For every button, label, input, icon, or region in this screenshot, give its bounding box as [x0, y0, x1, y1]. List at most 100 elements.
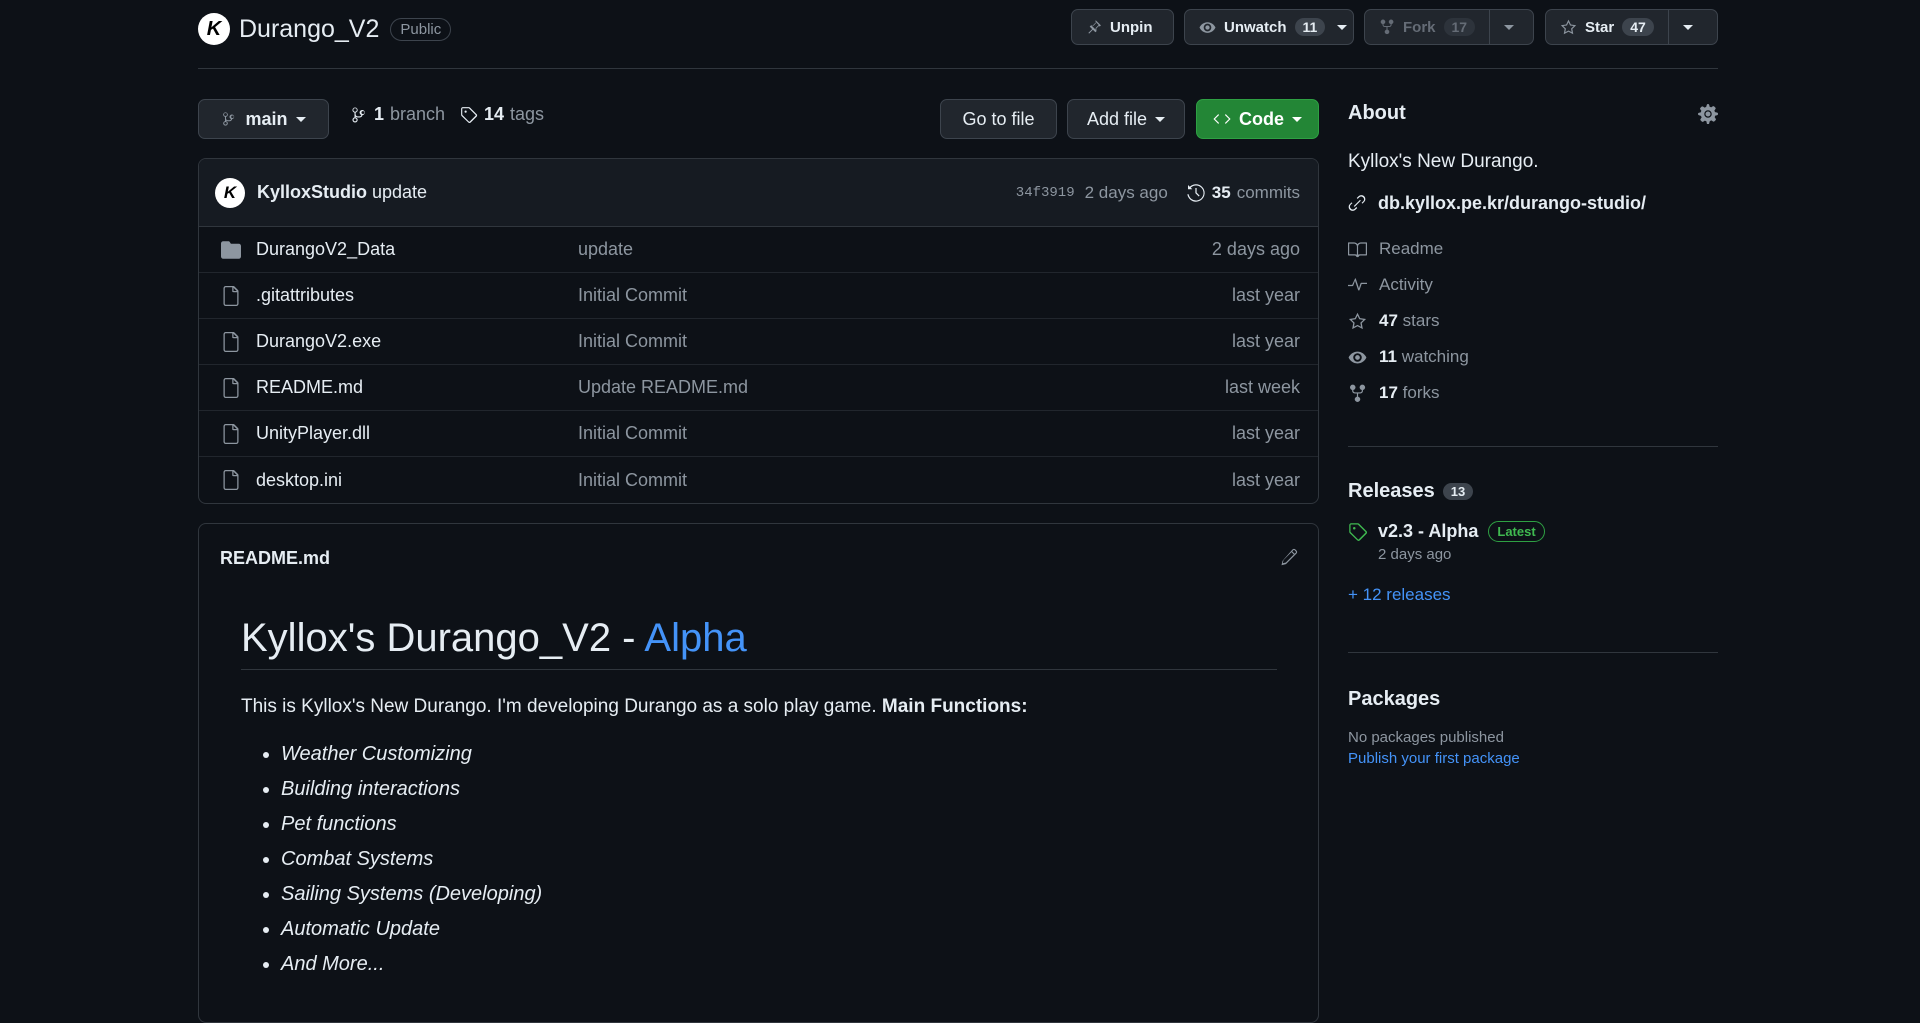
releases-count: 13: [1442, 483, 1474, 500]
watch-counter: 11: [1294, 18, 1326, 36]
file-row[interactable]: DurangoV2.exe Initial Commit last year: [199, 319, 1318, 365]
latest-release-date: 2 days ago: [1378, 546, 1452, 563]
tag-count-label: tags: [510, 104, 545, 124]
latest-release-name[interactable]: v2.3 - Alpha: [1378, 521, 1478, 542]
file-commit-message[interactable]: Initial Commit: [578, 331, 687, 352]
repo-name-link[interactable]: Durango_V2: [239, 15, 379, 44]
commit-author-avatar[interactable]: K: [215, 177, 245, 208]
file-row[interactable]: UnityPlayer.dll Initial Commit last year: [199, 411, 1318, 457]
go-to-file-label: Go to file: [962, 108, 1035, 129]
code-icon: [1213, 114, 1231, 124]
file-name-link[interactable]: DurangoV2_Data: [256, 239, 578, 260]
more-releases-link[interactable]: + 12 releases: [1348, 585, 1718, 605]
latest-commit-bar: K KylloxStudio update 34f3919 2 days ago…: [199, 159, 1318, 227]
sidebar-divider: [1348, 652, 1718, 653]
readme-link-label: Readme: [1379, 239, 1444, 258]
star-dropdown[interactable]: [1669, 10, 1707, 44]
repo-description: Kyllox's New Durango.: [1348, 151, 1539, 172]
pencil-icon: [1281, 548, 1298, 566]
add-file-label: Add file: [1086, 108, 1148, 129]
branch-selector[interactable]: main: [198, 99, 329, 139]
file-icon: [223, 470, 239, 490]
commit-message[interactable]: update: [372, 182, 427, 203]
watch-dropdown[interactable]: [1335, 10, 1357, 44]
stars-link[interactable]: 47 stars: [1348, 303, 1718, 339]
releases-title[interactable]: Releases: [1348, 480, 1435, 503]
watching-label: watching: [1401, 347, 1469, 366]
forks-count: 17: [1379, 383, 1398, 402]
packages-section: Packages No packages published Publish y…: [1348, 688, 1718, 767]
commit-history-link[interactable]: 35 commits: [1186, 183, 1300, 203]
unpin-button[interactable]: Unpin: [1071, 9, 1174, 45]
file-icon: [223, 285, 239, 306]
file-row[interactable]: DurangoV2_Data update 2 days ago: [199, 227, 1318, 273]
stars-count: 47: [1379, 311, 1398, 330]
gear-icon[interactable]: [1698, 103, 1718, 124]
readme-filename[interactable]: README.md: [220, 548, 330, 569]
feature-list: Weather CustomizingBuilding interactions…: [281, 737, 542, 982]
file-commit-message[interactable]: Update README.md: [578, 377, 748, 398]
file-commit-date: 2 days ago: [1211, 239, 1300, 259]
code-button[interactable]: Code: [1196, 99, 1319, 139]
publish-package-link[interactable]: Publish your first package: [1348, 750, 1718, 767]
branch-count-label: branch: [390, 104, 446, 124]
readme-heading-accent: Alpha: [644, 616, 747, 660]
stars-label: stars: [1402, 311, 1440, 330]
file-name-link[interactable]: .gitattributes: [256, 285, 578, 306]
go-to-file-button[interactable]: Go to file: [940, 99, 1057, 139]
watchers-link[interactable]: 11 watching: [1348, 339, 1718, 375]
activity-link[interactable]: Activity: [1348, 267, 1718, 303]
tag-icon: [461, 106, 478, 123]
caret-down-icon: [1292, 116, 1302, 122]
file-name-link[interactable]: DurangoV2.exe: [256, 331, 578, 352]
add-file-button[interactable]: Add file: [1067, 99, 1185, 139]
file-name-link[interactable]: README.md: [256, 377, 578, 398]
feature-item: Combat Systems: [281, 842, 542, 877]
feature-item: Sailing Systems (Developing): [281, 877, 542, 912]
caret-down-icon: [1337, 24, 1348, 30]
file-commit-message[interactable]: Initial Commit: [578, 285, 687, 306]
latest-release[interactable]: v2.3 - Alpha Latest: [1348, 521, 1718, 542]
readme-heading: Kyllox's Durango_V2 - Alpha: [241, 616, 1277, 670]
file-list: DurangoV2_Data update 2 days ago .gitattrib…: [199, 227, 1318, 503]
edit-readme-button[interactable]: [1280, 548, 1298, 566]
readme-heading-text: Kyllox's Durango_V2 -: [241, 616, 645, 660]
file-commit-message[interactable]: update: [578, 239, 633, 260]
unwatch-button[interactable]: Unwatch 11: [1185, 10, 1335, 44]
star-icon: [1348, 312, 1367, 329]
forks-link[interactable]: 17 forks: [1348, 375, 1718, 411]
fork-icon: [1350, 384, 1366, 402]
file-icon: [223, 377, 239, 398]
packages-title[interactable]: Packages: [1348, 688, 1718, 711]
watching-count: 11: [1379, 347, 1397, 366]
website-url[interactable]: db.kyllox.pe.kr/durango-studio/: [1378, 193, 1646, 214]
fork-icon: [1380, 19, 1394, 35]
fork-button[interactable]: Fork 17: [1365, 10, 1489, 44]
file-commit-date: last year: [1231, 285, 1300, 305]
star-button[interactable]: Star 47: [1546, 10, 1668, 44]
file-row[interactable]: README.md Update README.md last week: [199, 365, 1318, 411]
branch-name: main: [245, 108, 288, 129]
code-label: Code: [1239, 108, 1284, 129]
star-button-group: Star 47: [1545, 9, 1718, 45]
owner-avatar[interactable]: K: [198, 13, 230, 45]
branches-link[interactable]: 1 branch: [350, 104, 445, 125]
file-row[interactable]: desktop.ini Initial Commit last year: [199, 457, 1318, 503]
file-row[interactable]: .gitattributes Initial Commit last year: [199, 273, 1318, 319]
feature-item: Pet functions: [281, 807, 542, 842]
commit-author[interactable]: KylloxStudio: [257, 182, 367, 203]
folder-icon: [221, 240, 241, 259]
caret-down-icon: [1504, 24, 1515, 30]
file-name-link[interactable]: UnityPlayer.dll: [256, 423, 578, 444]
file-name-link[interactable]: desktop.ini: [256, 470, 578, 491]
visibility-badge: Public: [390, 17, 452, 41]
readme-link[interactable]: Readme: [1348, 231, 1718, 267]
history-icon: [1187, 183, 1205, 202]
website-link[interactable]: db.kyllox.pe.kr/durango-studio/: [1348, 185, 1718, 221]
file-commit-message[interactable]: Initial Commit: [578, 423, 687, 444]
commit-sha[interactable]: 34f3919: [1016, 185, 1075, 201]
file-commit-message[interactable]: Initial Commit: [578, 470, 687, 491]
tags-link[interactable]: 14 tags: [460, 104, 544, 125]
tag-icon: [1349, 522, 1368, 541]
fork-dropdown[interactable]: [1490, 10, 1528, 44]
